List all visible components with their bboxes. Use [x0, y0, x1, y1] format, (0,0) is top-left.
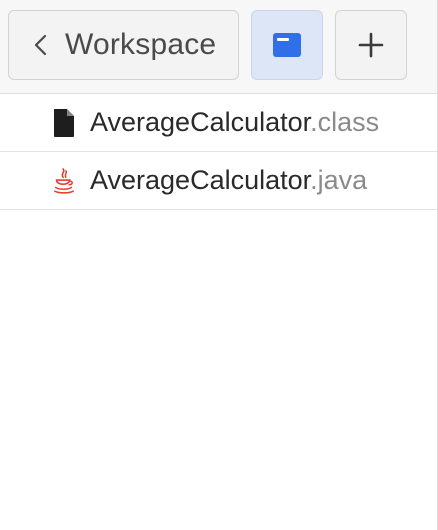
- file-name: AverageCalculator.class: [90, 107, 380, 137]
- back-button[interactable]: Workspace: [8, 10, 239, 80]
- window-icon: [273, 33, 301, 57]
- list-item[interactable]: AverageCalculator.class: [0, 94, 437, 152]
- file-list: AverageCalculator.class AverageCalculato…: [0, 94, 437, 210]
- document-icon: [52, 108, 76, 138]
- file-browser: Workspace AverageCalculator.class Averag…: [0, 0, 438, 530]
- plus-icon: [358, 32, 384, 58]
- java-icon: [52, 166, 76, 196]
- list-item[interactable]: AverageCalculator.java: [0, 152, 437, 210]
- add-button[interactable]: [335, 10, 407, 80]
- view-toggle-button[interactable]: [251, 10, 323, 80]
- file-name: AverageCalculator.java: [90, 165, 368, 195]
- back-button-label: Workspace: [65, 28, 217, 61]
- chevron-left-icon: [34, 34, 47, 56]
- toolbar: Workspace: [0, 0, 437, 94]
